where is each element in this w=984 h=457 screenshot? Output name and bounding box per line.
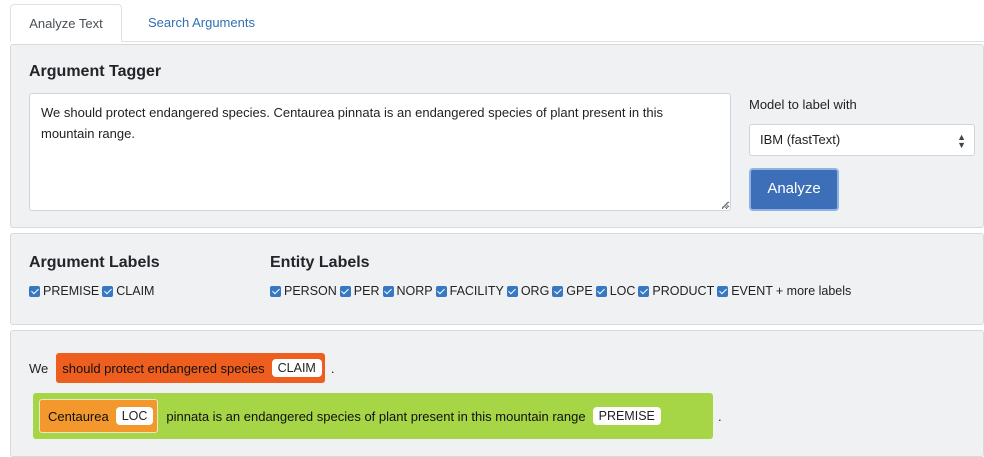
select-arrows-icon: ▲ ▼ [957,132,966,150]
checkbox-checked-icon[interactable] [339,285,351,297]
model-select[interactable]: IBM (fastText) ▲ ▼ [749,124,975,156]
entity-label-org[interactable]: ORG [506,284,550,298]
checkbox-checked-icon[interactable] [29,285,40,297]
claim-text: should protect endangered species [62,360,265,376]
more-labels-link[interactable]: + more labels [776,284,851,298]
argument-labels-list: PREMISE CLAIM [29,284,157,298]
label-text: PER [353,284,380,298]
entity-label-person[interactable]: PERSON [270,284,337,298]
labels-panel: Argument Labels PREMISE CLAIM Entity Lab… [10,233,984,325]
resize-handle-icon[interactable] [721,201,729,209]
argument-tagger-title: Argument Tagger [29,63,162,80]
entity-label-event[interactable]: EVENT [717,284,773,298]
entity-labels-title: Entity Labels [270,254,370,271]
plain-text: . [330,360,335,376]
claim-tag: CLAIM [271,359,322,377]
entity-label-per[interactable]: PER [339,284,380,298]
annotated-sentence-1: We should protect endangered species CLA… [29,353,334,383]
checkbox-checked-icon[interactable] [102,285,114,297]
premise-text: pinnata is an endangered species of plan… [166,408,586,424]
entity-tag: LOC [115,407,154,425]
label-text: CLAIM [116,284,155,298]
argument-label-claim[interactable]: CLAIM [102,284,154,298]
label-text: PRODUCT [652,284,715,298]
premise-span: Centaurea LOC pinnata is an endangered s… [33,393,713,439]
entity-label-facility[interactable]: FACILITY [435,284,504,298]
entity-text: Centaurea [48,408,109,424]
claim-span: should protect endangered species CLAIM [56,353,325,383]
entity-label-product[interactable]: PRODUCT [638,284,714,298]
checkbox-checked-icon[interactable] [435,285,447,297]
label-text: EVENT [731,284,773,298]
tab-bar: Analyze Text Search Arguments [10,0,984,42]
label-text: GPE [566,284,593,298]
checkbox-checked-icon[interactable] [382,285,394,297]
label-text: NORP [396,284,433,298]
entity-span-loc: Centaurea LOC [39,399,159,433]
argument-labels-title: Argument Labels [29,254,160,271]
label-text: FACILITY [449,284,504,298]
tab-search-arguments[interactable]: Search Arguments [134,4,269,42]
tab-analyze-text[interactable]: Analyze Text [10,4,122,42]
checkbox-checked-icon[interactable] [270,285,281,297]
label-text: PREMISE [43,284,100,298]
model-select-value: IBM (fastText) [760,132,841,147]
annotated-output-panel: We should protect endangered species CLA… [10,330,984,457]
label-text: PERSON [284,284,337,298]
entity-label-gpe[interactable]: GPE [552,284,593,298]
checkbox-checked-icon[interactable] [506,285,518,297]
label-text: ORG [520,284,550,298]
text-input[interactable]: We should protect endangered species. Ce… [29,93,731,211]
analyze-button[interactable]: Analyze [749,168,839,211]
argument-label-premise[interactable]: PREMISE [29,284,99,298]
plain-text: We [29,360,49,376]
entity-labels-list: PERSON PER NORP FACILITY ORG GPE LOC PRO… [270,284,854,298]
argument-tagger-panel: Argument Tagger We should protect endang… [10,44,984,228]
model-label: Model to label with [749,97,857,112]
checkbox-checked-icon[interactable] [638,285,650,297]
entity-label-norp[interactable]: NORP [382,284,433,298]
checkbox-checked-icon[interactable] [552,285,564,297]
plain-text: . [718,409,722,424]
checkbox-checked-icon[interactable] [595,285,607,297]
entity-label-loc[interactable]: LOC [595,284,636,298]
checkbox-checked-icon[interactable] [717,285,729,297]
premise-tag: PREMISE [592,407,661,425]
label-text: LOC [609,284,636,298]
